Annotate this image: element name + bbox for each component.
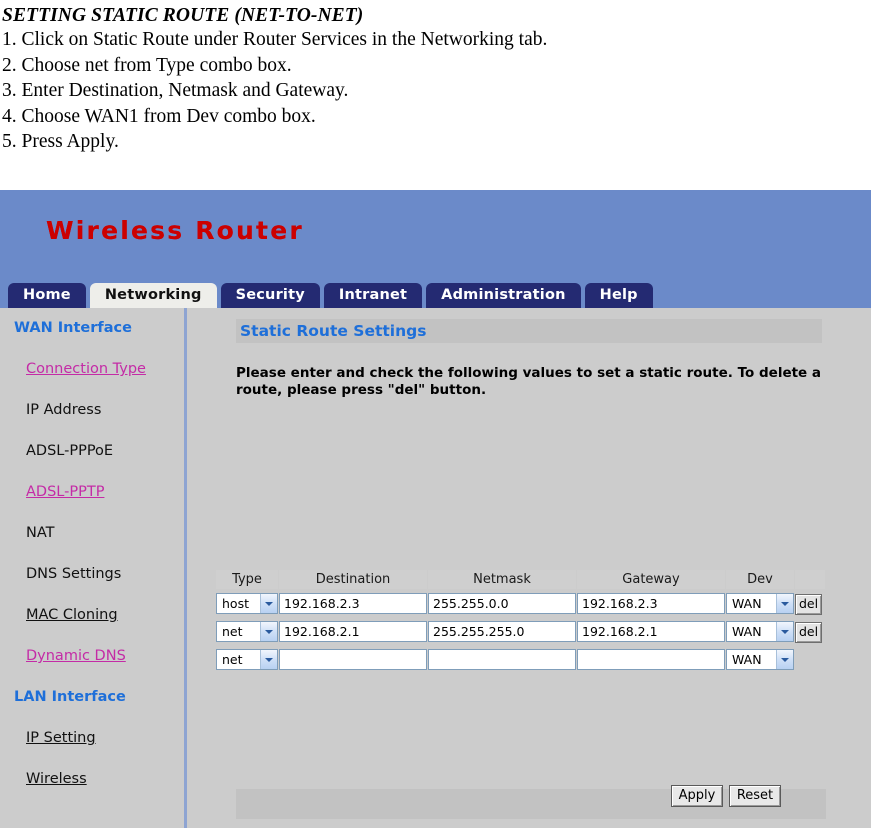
sidebar-group-wan-interface: WAN Interface: [14, 320, 132, 336]
column-header-destination: Destination: [279, 570, 427, 589]
column-header-type: Type: [216, 570, 278, 589]
tab-security[interactable]: Security: [220, 283, 320, 308]
sidebar-item-adsl-pptp[interactable]: ADSL-PPTP: [0, 472, 184, 513]
dev-select-value: WAN: [732, 596, 762, 611]
destination-input[interactable]: [279, 649, 427, 670]
sidebar-item-adsl-pppoe[interactable]: ADSL-PPPoE: [0, 431, 184, 472]
cell-actions: [795, 646, 825, 673]
sidebar-item-wireless[interactable]: Wireless: [0, 759, 184, 800]
instruction-step: 2. Choose net from Type combo box.: [2, 54, 292, 76]
sidebar-nav: WAN Interface Connection Type IP Address…: [0, 308, 187, 828]
destination-input[interactable]: [279, 621, 427, 642]
main-tab-bar: Home Networking Security Intranet Admini…: [0, 283, 871, 308]
cell-destination: [279, 646, 427, 673]
type-select[interactable]: net: [216, 621, 278, 642]
dev-select[interactable]: WAN: [726, 649, 794, 670]
brand-title: Wireless Router: [46, 216, 304, 245]
instruction-step: 3. Enter Destination, Netmask and Gatewa…: [2, 80, 349, 102]
static-route-table: Type Destination Netmask Gateway Dev hos…: [215, 569, 826, 674]
sidebar-item-dns-settings[interactable]: DNS Settings: [0, 554, 184, 595]
page-title: Static Route Settings: [236, 319, 822, 343]
table-header-row: Type Destination Netmask Gateway Dev: [216, 570, 825, 589]
cell-dev: WAN: [726, 646, 794, 673]
cell-type: host: [216, 590, 278, 617]
cell-destination: [279, 618, 427, 645]
chevron-down-icon[interactable]: [776, 622, 793, 641]
gateway-input[interactable]: [577, 593, 725, 614]
cell-actions: del: [795, 590, 825, 617]
sidebar-item-nat[interactable]: NAT: [0, 513, 184, 554]
type-select[interactable]: net: [216, 649, 278, 670]
instruction-step: 5. Press Apply.: [2, 131, 119, 153]
dev-select[interactable]: WAN: [726, 621, 794, 642]
brand-header: Wireless Router: [0, 190, 871, 283]
chevron-down-icon[interactable]: [776, 594, 793, 613]
cell-netmask: [428, 618, 576, 645]
panel-description: Please enter and check the following val…: [236, 365, 822, 398]
tab-administration[interactable]: Administration: [426, 283, 581, 308]
cell-gateway: [577, 590, 725, 617]
table-row: net: [216, 646, 825, 673]
cell-netmask: [428, 646, 576, 673]
column-header-gateway: Gateway: [577, 570, 725, 589]
tab-intranet[interactable]: Intranet: [323, 283, 423, 308]
dev-select-value: WAN: [732, 652, 762, 667]
cell-destination: [279, 590, 427, 617]
cell-actions: del: [795, 618, 825, 645]
gateway-input[interactable]: [577, 649, 725, 670]
type-select-value: host: [222, 596, 249, 611]
type-select-value: net: [222, 652, 243, 667]
instruction-block: SETTING STATIC ROUTE (NET-TO-NET) 1. Cli…: [0, 0, 871, 155]
action-button-group: Apply Reset: [671, 785, 787, 807]
sidebar-item-dynamic-dns[interactable]: Dynamic DNS: [0, 636, 184, 677]
cell-dev: WAN: [726, 618, 794, 645]
dev-select-value: WAN: [732, 624, 762, 639]
type-select-value: net: [222, 624, 243, 639]
tab-home[interactable]: Home: [8, 283, 86, 308]
sidebar-item-ip-address[interactable]: IP Address: [0, 390, 184, 431]
dev-select[interactable]: WAN: [726, 593, 794, 614]
chevron-down-icon[interactable]: [260, 650, 277, 669]
table-row: net: [216, 618, 825, 645]
cell-type: net: [216, 646, 278, 673]
chevron-down-icon[interactable]: [776, 650, 793, 669]
cell-gateway: [577, 646, 725, 673]
gateway-input[interactable]: [577, 621, 725, 642]
table-row: host 192.168.2.3 255.255.0.0 192.168.2.3…: [216, 590, 825, 617]
instruction-title: SETTING STATIC ROUTE (NET-TO-NET): [2, 5, 364, 26]
cell-netmask: [428, 590, 576, 617]
instruction-step: 1. Click on Static Route under Router Se…: [2, 29, 548, 50]
sidebar-item-ip-setting[interactable]: IP Setting: [0, 718, 184, 759]
chevron-down-icon[interactable]: [260, 622, 277, 641]
chevron-down-icon[interactable]: [260, 594, 277, 613]
column-header-netmask: Netmask: [428, 570, 576, 589]
cell-gateway: [577, 618, 725, 645]
type-select[interactable]: host: [216, 593, 278, 614]
sidebar-item-connection-type[interactable]: Connection Type: [0, 349, 184, 390]
delete-route-button[interactable]: del: [795, 593, 823, 615]
tab-help[interactable]: Help: [584, 283, 653, 308]
instruction-step: 4. Choose WAN1 from Dev combo box.: [2, 105, 316, 127]
netmask-input[interactable]: [428, 621, 576, 642]
router-web-ui: Wireless Router Home Networking Security…: [0, 190, 871, 828]
tab-networking[interactable]: Networking: [89, 283, 217, 308]
netmask-input[interactable]: [428, 649, 576, 670]
netmask-input[interactable]: [428, 593, 576, 614]
cell-type: net: [216, 618, 278, 645]
cell-dev: WAN: [726, 590, 794, 617]
column-header-dev: Dev: [726, 570, 794, 589]
ui-body: WAN Interface Connection Type IP Address…: [0, 308, 871, 828]
destination-input[interactable]: [279, 593, 427, 614]
apply-button[interactable]: Apply: [671, 785, 723, 807]
content-panel: Static Route Settings Please enter and c…: [187, 308, 871, 828]
sidebar-group-lan-interface: LAN Interface: [14, 689, 126, 705]
sidebar-item-mac-cloning[interactable]: MAC Cloning: [0, 595, 184, 636]
column-header-actions: [795, 570, 825, 589]
delete-route-button[interactable]: del: [795, 621, 823, 643]
reset-button[interactable]: Reset: [729, 785, 781, 807]
